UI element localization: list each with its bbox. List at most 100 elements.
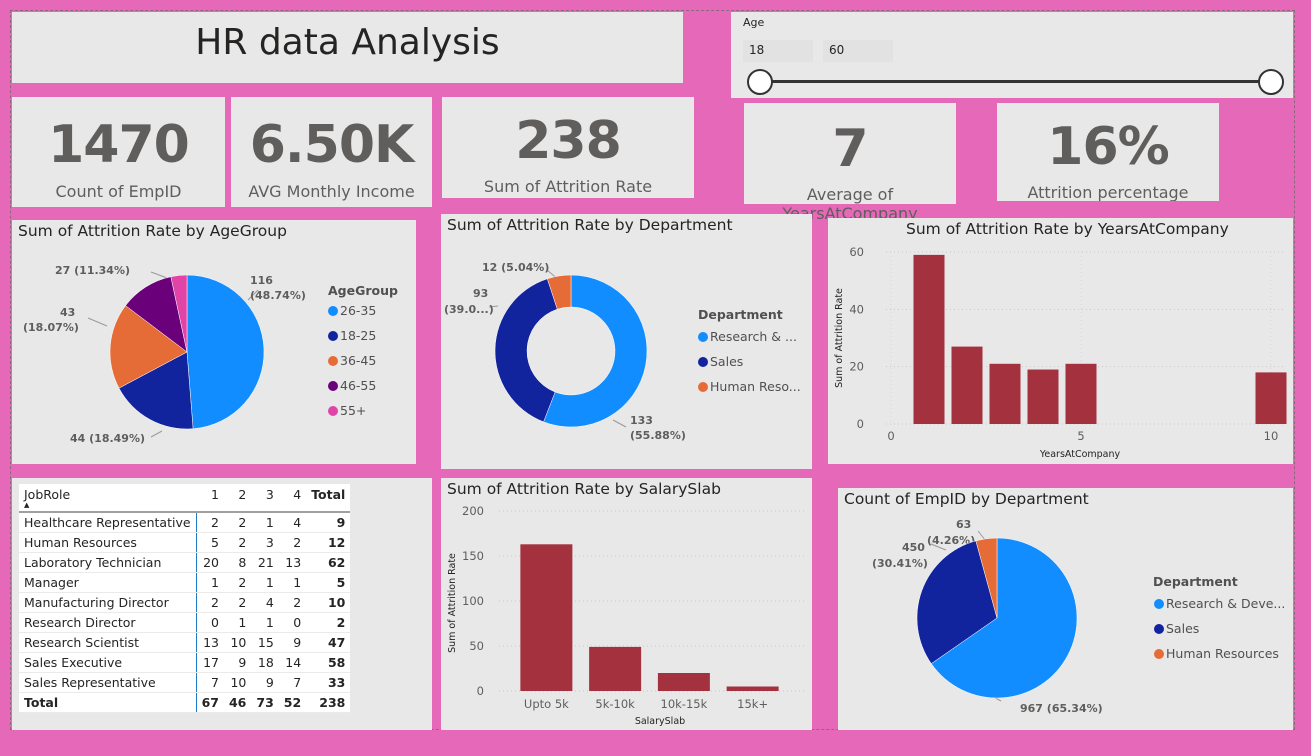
bar-salaryslab-0[interactable] xyxy=(520,544,573,691)
table-cell: 1 xyxy=(278,572,307,593)
chart-attrition-by-agegroup[interactable]: Sum of Attrition Rate by AgeGroup 116 (4… xyxy=(12,220,416,464)
data-label: 450 xyxy=(902,541,925,554)
bar-years-4[interactable] xyxy=(1027,369,1059,424)
label-leader xyxy=(87,317,108,327)
legend-item-label[interactable]: Sales xyxy=(1166,621,1199,636)
y-axis-title: Sum of Attrition Rate xyxy=(447,553,458,653)
column-header[interactable]: 1 xyxy=(196,484,224,513)
table-row[interactable]: Sales Executive 17 9 18 14 58 xyxy=(19,652,351,673)
age-slicer[interactable]: Age 18 60 xyxy=(731,12,1293,98)
data-label: (18.07%) xyxy=(23,321,79,334)
pie-slice-1[interactable] xyxy=(494,278,558,423)
legend-item-label[interactable]: 46-55 xyxy=(340,378,376,393)
chart-attrition-by-department[interactable]: Sum of Attrition Rate by Department 133 … xyxy=(441,214,812,469)
kpi-card-avg-income: 6.50K AVG Monthly Income xyxy=(231,97,432,207)
data-label: 133 xyxy=(630,414,653,427)
legend-item-label[interactable]: 26-35 xyxy=(340,303,376,318)
bar-years-2[interactable] xyxy=(951,346,983,424)
department-donut-svg[interactable]: 133 (55.88%) 93 (39.0...) 12 (5.04%) Dep… xyxy=(441,214,812,469)
table-cell: 1 xyxy=(251,612,279,633)
bar-years-1[interactable] xyxy=(913,254,945,424)
kpi-value: 238 xyxy=(515,111,622,171)
table-cell: 67 xyxy=(196,691,224,713)
column-header[interactable]: 2 xyxy=(223,484,252,513)
legend-item-label[interactable]: Research & Deve... xyxy=(1166,596,1285,611)
x-tick-label: 0 xyxy=(887,429,894,443)
y-tick-label: 200 xyxy=(462,504,484,518)
jobrole-matrix[interactable]: JobRole ▲ 1 2 3 4 Total Healthcare Repres… xyxy=(19,484,351,713)
data-label: (39.0...) xyxy=(444,303,494,316)
table-cell-jobrole: Research Director xyxy=(19,612,197,633)
bar-years-10[interactable] xyxy=(1255,372,1287,424)
legend-marker xyxy=(1154,599,1164,609)
table-row[interactable]: Healthcare Representative 2 2 1 4 9 xyxy=(19,512,351,533)
age-slider-min-handle[interactable] xyxy=(747,69,773,95)
age-min-input[interactable]: 18 xyxy=(743,40,813,62)
salary-bar-svg[interactable]: Sum of Attrition Rate SalarySlab 0 50 100 1… xyxy=(441,478,812,730)
legend-item-label[interactable]: 36-45 xyxy=(340,353,376,368)
legend-item-label[interactable]: 18-25 xyxy=(340,328,376,343)
column-header[interactable]: Total xyxy=(306,484,351,513)
chart-attrition-by-salaryslab[interactable]: Sum of Attrition Rate by SalarySlab Sum … xyxy=(441,478,812,730)
table-cell-jobrole: Sales Executive xyxy=(19,652,197,673)
years-bar-svg[interactable]: Sum of Attrition Rate YearsAtCompany 0 20… xyxy=(828,218,1293,464)
y-tick-label: 40 xyxy=(849,302,864,316)
table-row[interactable]: Human Resources 5 2 3 2 12 xyxy=(19,532,351,553)
table-cell-jobrole: Manufacturing Director xyxy=(19,592,197,613)
kpi-value: 1470 xyxy=(48,115,190,175)
age-max-input[interactable]: 60 xyxy=(823,40,893,62)
table-cell: 2 xyxy=(223,572,252,593)
table-cell: 7 xyxy=(278,672,307,693)
legend-item-label[interactable]: 55+ xyxy=(340,403,366,418)
table-row[interactable]: Research Director 0 1 1 0 2 xyxy=(19,612,351,633)
legend-item-label[interactable]: Human Reso... xyxy=(710,379,801,394)
column-header[interactable]: 3 xyxy=(251,484,279,513)
table-row[interactable]: Laboratory Technician 20 8 21 13 62 xyxy=(19,552,351,573)
x-tick-label: 10k-15k xyxy=(661,697,708,711)
column-header[interactable]: 4 xyxy=(278,484,307,513)
table-cell: 2 xyxy=(223,532,252,553)
legend-item-label[interactable]: Human Resources xyxy=(1166,646,1279,661)
bar-salaryslab-3[interactable] xyxy=(726,686,779,692)
bar-years-3[interactable] xyxy=(989,363,1021,424)
legend-marker xyxy=(698,382,708,392)
table-cell: 2 xyxy=(196,592,224,613)
table-cell: 8 xyxy=(223,552,252,573)
table-cell: 73 xyxy=(251,691,279,713)
bar-years-5[interactable] xyxy=(1065,363,1097,424)
legend-item-label[interactable]: Sales xyxy=(710,354,743,369)
table-cell: 0 xyxy=(196,612,224,633)
legend-marker xyxy=(698,357,708,367)
column-header-jobrole[interactable]: JobRole ▲ xyxy=(19,484,197,513)
table-cell: 2 xyxy=(223,512,252,533)
bar-salaryslab-1[interactable] xyxy=(589,646,642,691)
legend-item-label[interactable]: Research & ... xyxy=(710,329,797,344)
data-label: 967 (65.34%) xyxy=(1020,702,1103,715)
table-row[interactable]: Manager 1 2 1 1 5 xyxy=(19,572,351,593)
table-cell-jobrole: Manager xyxy=(19,572,197,593)
kpi-value: 6.50K xyxy=(249,115,415,175)
table-row[interactable]: Manufacturing Director 2 2 4 2 10 xyxy=(19,592,351,613)
table-cell: 2 xyxy=(278,532,307,553)
legend-title: Department xyxy=(1153,574,1238,589)
age-slider-max-handle[interactable] xyxy=(1258,69,1284,95)
data-label: 43 xyxy=(60,306,75,319)
legend-marker xyxy=(698,332,708,342)
chart-attrition-by-yearsatcompany[interactable]: Sum of Attrition Rate by YearsAtCompany … xyxy=(828,218,1293,464)
x-axis-title: SalarySlab xyxy=(635,716,685,727)
table-total-row[interactable]: Total 67 46 73 52 238 xyxy=(19,691,351,713)
table-row[interactable]: Sales Representative 7 10 9 7 33 xyxy=(19,672,351,693)
sort-ascending-icon: ▲ xyxy=(24,501,30,509)
table-cell: 4 xyxy=(251,592,279,613)
label-leader xyxy=(150,271,168,279)
age-slider-track[interactable] xyxy=(759,80,1271,83)
data-label: (30.41%) xyxy=(872,557,928,570)
legend-title: AgeGroup xyxy=(328,283,398,298)
table-row[interactable]: Research Scientist 13 10 15 9 47 xyxy=(19,632,351,653)
bar-salaryslab-2[interactable] xyxy=(657,673,710,691)
chart-count-empid-by-department[interactable]: Count of EmpID by Department 967 (65.34%… xyxy=(838,488,1293,730)
empid-pie-svg[interactable]: 967 (65.34%) 450 (30.41%) 63 (4.26%) Dep… xyxy=(838,488,1293,730)
agegroup-pie-svg[interactable]: 116 (48.74%) 44 (18.49%) 43 (18.07%) 27 … xyxy=(12,220,416,464)
kpi-card-attrition-rate: 238 Sum of Attrition Rate xyxy=(442,97,694,198)
table-cell-jobrole: Total xyxy=(19,691,197,713)
